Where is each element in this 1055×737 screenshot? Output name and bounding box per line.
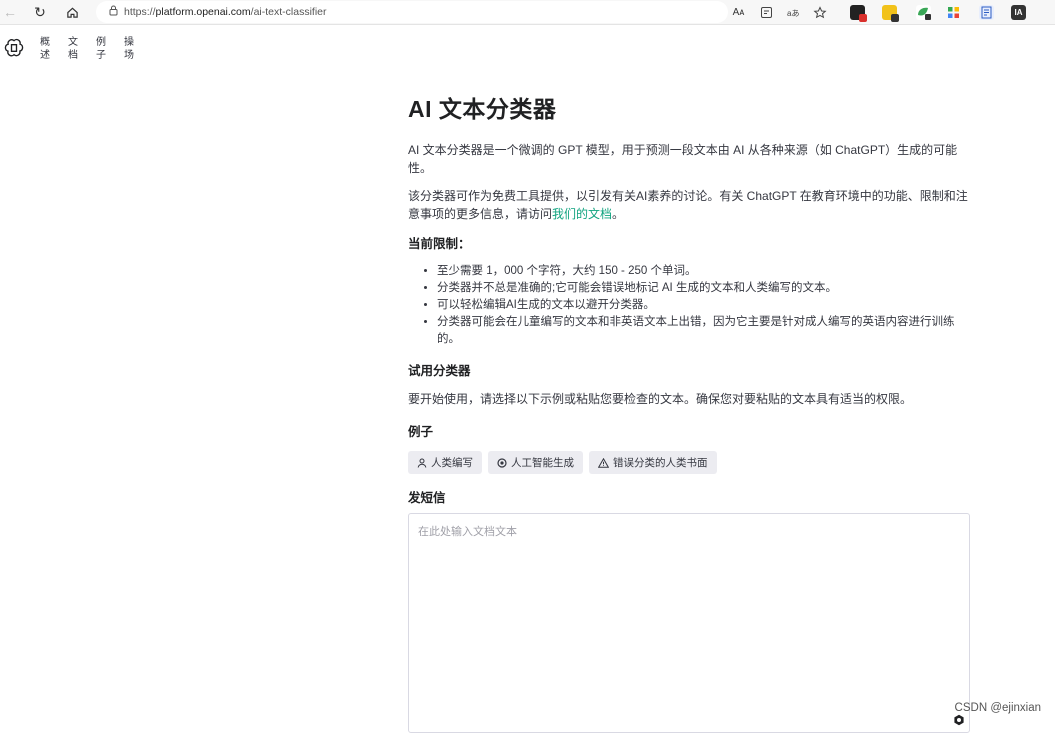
translate-icon[interactable]: aあ — [786, 5, 801, 20]
page-title: AI 文本分类器 — [408, 96, 557, 122]
docs-paragraph-end: 。 — [612, 207, 625, 221]
docs-link[interactable]: 我们的文档 — [552, 207, 612, 221]
nav-item-label: 概 — [40, 37, 50, 48]
document-text-input[interactable] — [409, 514, 969, 732]
immersive-reader-icon[interactable] — [759, 5, 774, 20]
nav-item-label: 文 — [68, 37, 78, 48]
url-path: /ai-text-classifier — [250, 6, 327, 18]
nav-item-label: 操 — [124, 37, 134, 48]
try-paragraph: 要开始使用，请选择以下示例或粘贴您要检查的文本。确保您对要粘贴的文本具有适当的权… — [408, 392, 913, 406]
openai-logo-icon[interactable] — [4, 38, 24, 58]
extension-yellow-icon[interactable] — [882, 5, 899, 22]
docs-paragraph: 该分类器可作为免费工具提供，以引发有关AI素养的讨论。有关 ChatGPT 在教… — [408, 187, 973, 223]
extension-green-icon[interactable] — [916, 5, 931, 20]
nav-item-overview[interactable]: 概 述 — [38, 36, 52, 62]
list-item: 分类器并不总是准确的;它可能会错误地标记 AI 生成的文本和人类编写的文本。 — [437, 280, 973, 297]
document-text-area — [408, 513, 970, 733]
extension-grid-icon[interactable] — [946, 5, 961, 20]
url-host: platform.openai.com — [155, 6, 251, 18]
back-arrow-icon[interactable]: ← — [1, 3, 19, 21]
browser-toolbar: ← ↻ https://platform.openai.com/ai-text-… — [0, 0, 1055, 25]
examples-heading: 例子 — [408, 425, 434, 439]
limits-heading: 当前限制： — [408, 237, 471, 251]
nav-item-docs[interactable]: 文 档 — [66, 36, 80, 62]
site-nav: 概 述 文 档 例 子 操 场 — [0, 26, 1055, 70]
nav-item-label: 述 — [40, 50, 50, 61]
home-icon[interactable] — [63, 3, 81, 21]
favorite-star-icon[interactable] — [812, 5, 827, 20]
warning-icon — [598, 457, 609, 468]
openai-small-icon — [954, 714, 964, 726]
nav-item-label: 例 — [96, 37, 106, 48]
example-misclassified-label: 错误分类的人类书面 — [613, 457, 708, 469]
nav-item-label: 场 — [124, 50, 134, 61]
text-heading: 发短信 — [408, 491, 446, 505]
examples-buttons: 人类编写 人工智能生成 错误分类的人类书面 — [408, 451, 973, 474]
example-ai-label: 人工智能生成 — [511, 457, 574, 469]
list-item: 分类器可能会在儿童编写的文本和非英语文本上出错，因为它主要是针对成人编写的英语内… — [437, 314, 973, 348]
address-bar[interactable]: https://platform.openai.com/ai-text-clas… — [96, 1, 728, 23]
extension-red-badge-icon[interactable] — [850, 5, 867, 22]
intro-paragraph: AI 文本分类器是一个微调的 GPT 模型，用于预测一段文本由 AI 从各种来源… — [408, 143, 958, 175]
try-heading: 试用分类器 — [408, 364, 471, 378]
read-aloud-icon[interactable]: Aᴀ — [731, 5, 746, 20]
person-icon — [417, 458, 427, 468]
extension-ia-icon[interactable]: IA — [1011, 5, 1026, 20]
lock-icon — [102, 5, 124, 19]
list-item: 可以轻松编辑AI生成的文本以避开分类器。 — [437, 297, 973, 314]
limits-list: 至少需要 1，000 个字符，大约 150 - 250 个单词。 分类器并不总是… — [408, 263, 973, 348]
list-item: 至少需要 1，000 个字符，大约 150 - 250 个单词。 — [437, 263, 973, 280]
openai-icon — [497, 457, 507, 468]
extension-doc-icon[interactable] — [979, 5, 994, 20]
main-content: AI 文本分类器 AI 文本分类器是一个微调的 GPT 模型，用于预测一段文本由… — [408, 90, 973, 506]
example-ai-button[interactable]: 人工智能生成 — [488, 451, 583, 474]
refresh-icon[interactable]: ↻ — [31, 3, 49, 21]
example-human-label: 人类编写 — [431, 457, 473, 469]
example-misclassified-button[interactable]: 错误分类的人类书面 — [589, 451, 717, 474]
watermark-text: CSDN @ejinxian — [954, 702, 1041, 714]
example-human-button[interactable]: 人类编写 — [408, 451, 482, 474]
nav-item-playground[interactable]: 操 场 — [122, 36, 136, 62]
nav-item-label: 子 — [96, 50, 106, 61]
nav-item-label: 档 — [68, 50, 78, 61]
docs-paragraph-text: 该分类器可作为免费工具提供，以引发有关AI素养的讨论。有关 ChatGPT 在教… — [408, 189, 968, 221]
nav-item-examples[interactable]: 例 子 — [94, 36, 108, 62]
svg-text:aあ: aあ — [787, 9, 799, 18]
url-prefix: https:// — [124, 6, 156, 18]
